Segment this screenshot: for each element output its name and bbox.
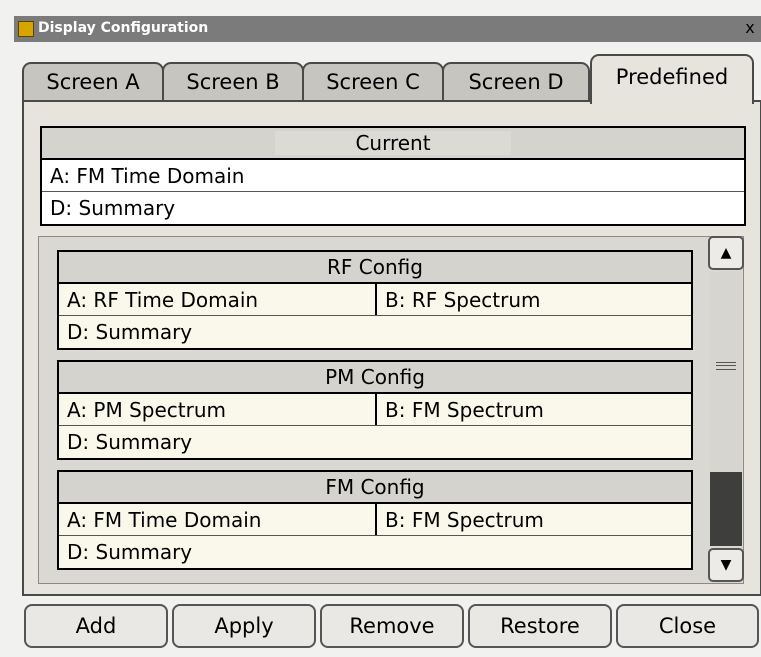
pm-config-screen-a: A: PM Spectrum bbox=[67, 398, 227, 422]
fm-config-row-2: D: Summary bbox=[67, 540, 193, 564]
current-header: Current bbox=[42, 128, 744, 160]
scroll-thumb[interactable] bbox=[710, 272, 742, 473]
fm-config-screen-a: A: FM Time Domain bbox=[67, 508, 262, 532]
predefined-panel: Current A: FM Time Domain D: Summary RF … bbox=[22, 100, 761, 596]
remove-button[interactable]: Remove bbox=[320, 604, 464, 648]
tab-screen-b[interactable]: Screen B bbox=[162, 62, 304, 102]
current-row-d: D: Summary bbox=[50, 196, 176, 220]
fm-config-header: FM Config bbox=[59, 472, 691, 504]
title-bar: Display Configuration x bbox=[14, 16, 761, 42]
close-window-button[interactable]: x bbox=[741, 18, 759, 38]
vertical-scrollbar[interactable]: ▲ ▼ bbox=[708, 236, 746, 582]
rf-config-header: RF Config bbox=[59, 252, 691, 284]
close-button[interactable]: Close bbox=[616, 604, 759, 648]
scroll-grip-icon bbox=[716, 362, 736, 370]
predefined-list[interactable]: RF Config A: RF Time Domain B: RF Spectr… bbox=[38, 236, 744, 584]
current-config-table: Current A: FM Time Domain D: Summary bbox=[40, 126, 746, 226]
tab-screen-c[interactable]: Screen C bbox=[302, 62, 444, 102]
fm-config-row-1: A: FM Time Domain B: FM Spectrum bbox=[59, 504, 691, 536]
pm-config-screen-b: B: FM Spectrum bbox=[375, 394, 544, 425]
pm-config-row-1: A: PM Spectrum B: FM Spectrum bbox=[59, 394, 691, 426]
fm-config-screen-b: B: FM Spectrum bbox=[375, 504, 544, 535]
pm-config-row-2: D: Summary bbox=[67, 430, 193, 454]
apply-button[interactable]: Apply bbox=[172, 604, 316, 648]
rf-config-screen-b: B: RF Spectrum bbox=[375, 284, 541, 315]
restore-button[interactable]: Restore bbox=[468, 604, 612, 648]
add-button[interactable]: Add bbox=[24, 604, 168, 648]
window-title: Display Configuration bbox=[38, 20, 209, 36]
scroll-track-lower[interactable] bbox=[710, 472, 742, 546]
tab-screen-a[interactable]: Screen A bbox=[22, 62, 164, 102]
rf-config-row-2: D: Summary bbox=[67, 320, 193, 344]
tab-bar: Screen A Screen B Screen C Screen D Pred… bbox=[22, 54, 761, 104]
fm-config-table[interactable]: FM Config A: FM Time Domain B: FM Spectr… bbox=[57, 470, 693, 570]
pm-config-header: PM Config bbox=[59, 362, 691, 394]
scroll-down-button[interactable]: ▼ bbox=[708, 548, 744, 582]
rf-config-screen-a: A: RF Time Domain bbox=[67, 288, 259, 312]
tab-screen-d[interactable]: Screen D bbox=[442, 62, 590, 102]
tab-predefined[interactable]: Predefined bbox=[590, 54, 754, 104]
rf-config-table[interactable]: RF Config A: RF Time Domain B: RF Spectr… bbox=[57, 250, 693, 350]
current-row-a: A: FM Time Domain bbox=[42, 160, 744, 192]
rf-config-row-1: A: RF Time Domain B: RF Spectrum bbox=[59, 284, 691, 316]
button-bar: Add Apply Remove Restore Close bbox=[24, 604, 761, 652]
scroll-up-button[interactable]: ▲ bbox=[708, 236, 744, 270]
pm-config-table[interactable]: PM Config A: PM Spectrum B: FM Spectrum … bbox=[57, 360, 693, 460]
analyzer-app-icon bbox=[18, 21, 34, 37]
